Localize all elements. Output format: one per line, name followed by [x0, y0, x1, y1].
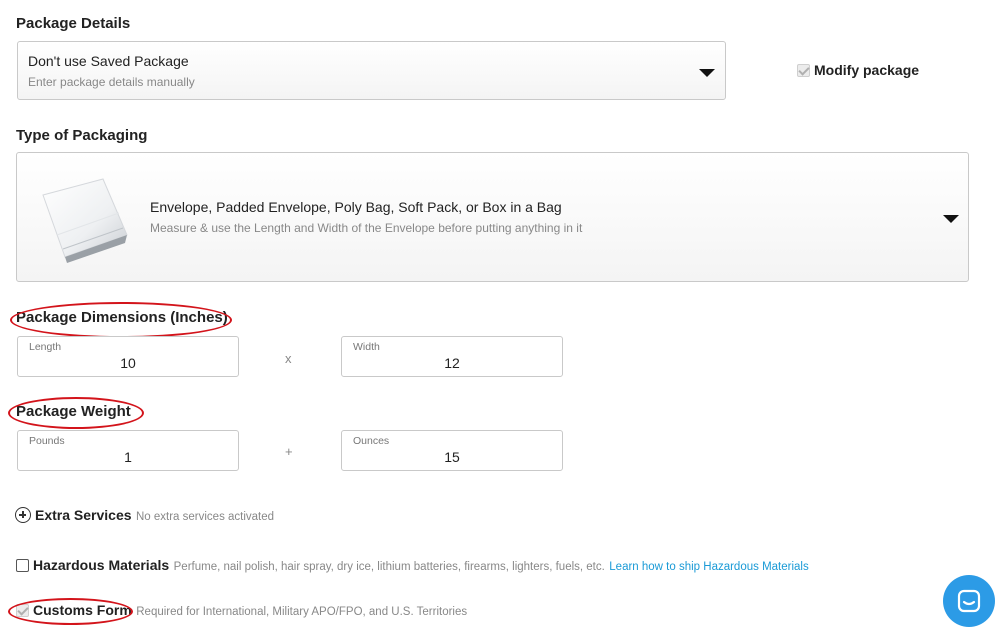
ounces-field[interactable]: Ounces [341, 430, 563, 471]
hazardous-learn-link[interactable]: Learn how to ship Hazardous Materials [609, 561, 808, 573]
length-input[interactable] [18, 355, 238, 371]
modify-package-checkbox[interactable] [797, 64, 810, 77]
packaging-title: Type of Packaging [16, 127, 148, 144]
customs-label: Customs Form [33, 602, 132, 618]
weight-title: Package Weight [16, 403, 131, 420]
width-label: Width [353, 341, 380, 353]
poly-envelope-image [42, 178, 128, 263]
pounds-field[interactable]: Pounds [17, 430, 239, 471]
packaging-selected: Envelope, Padded Envelope, Poly Bag, Sof… [150, 199, 562, 215]
customs-checkbox[interactable] [16, 604, 29, 617]
chat-icon [957, 589, 981, 613]
customs-row: Customs Form Required for International,… [33, 602, 467, 620]
hazardous-label: Hazardous Materials [33, 557, 170, 573]
packaging-hint: Measure & use the Length and Width of th… [150, 221, 583, 235]
dimension-separator: x [285, 351, 292, 366]
hazardous-checkbox[interactable] [16, 559, 29, 572]
chevron-down-icon [943, 215, 959, 223]
extra-services-row[interactable]: Extra Services No extra services activat… [35, 507, 274, 525]
chat-launcher-button[interactable] [943, 575, 995, 627]
chevron-down-icon [699, 69, 715, 77]
width-field[interactable]: Width [341, 336, 563, 377]
pounds-input[interactable] [18, 449, 238, 465]
add-circle-icon[interactable] [15, 507, 31, 523]
package-details-title: Package Details [16, 15, 131, 32]
length-field[interactable]: Length [17, 336, 239, 377]
saved-package-hint: Enter package details manually [28, 75, 195, 89]
packaging-type-select[interactable]: Envelope, Padded Envelope, Poly Bag, Sof… [16, 152, 969, 282]
extra-services-label: Extra Services [35, 507, 132, 523]
weight-separator: + [285, 444, 293, 459]
customs-description: Required for International, Military APO… [136, 606, 468, 618]
length-label: Length [29, 341, 62, 353]
hazardous-row: Hazardous Materials Perfume, nail polish… [33, 557, 809, 575]
ounces-label: Ounces [353, 435, 390, 447]
width-input[interactable] [342, 355, 562, 371]
extra-services-status: No extra services activated [135, 511, 275, 523]
hazardous-description: Perfume, nail polish, hair spray, dry ic… [173, 561, 605, 573]
modify-package-label: Modify package [814, 62, 920, 78]
saved-package-selected: Don't use Saved Package [28, 53, 189, 69]
pounds-label: Pounds [29, 435, 65, 447]
ounces-input[interactable] [342, 449, 562, 465]
dimensions-title: Package Dimensions (Inches) [16, 309, 228, 326]
saved-package-select[interactable]: Don't use Saved Package Enter package de… [17, 41, 726, 100]
